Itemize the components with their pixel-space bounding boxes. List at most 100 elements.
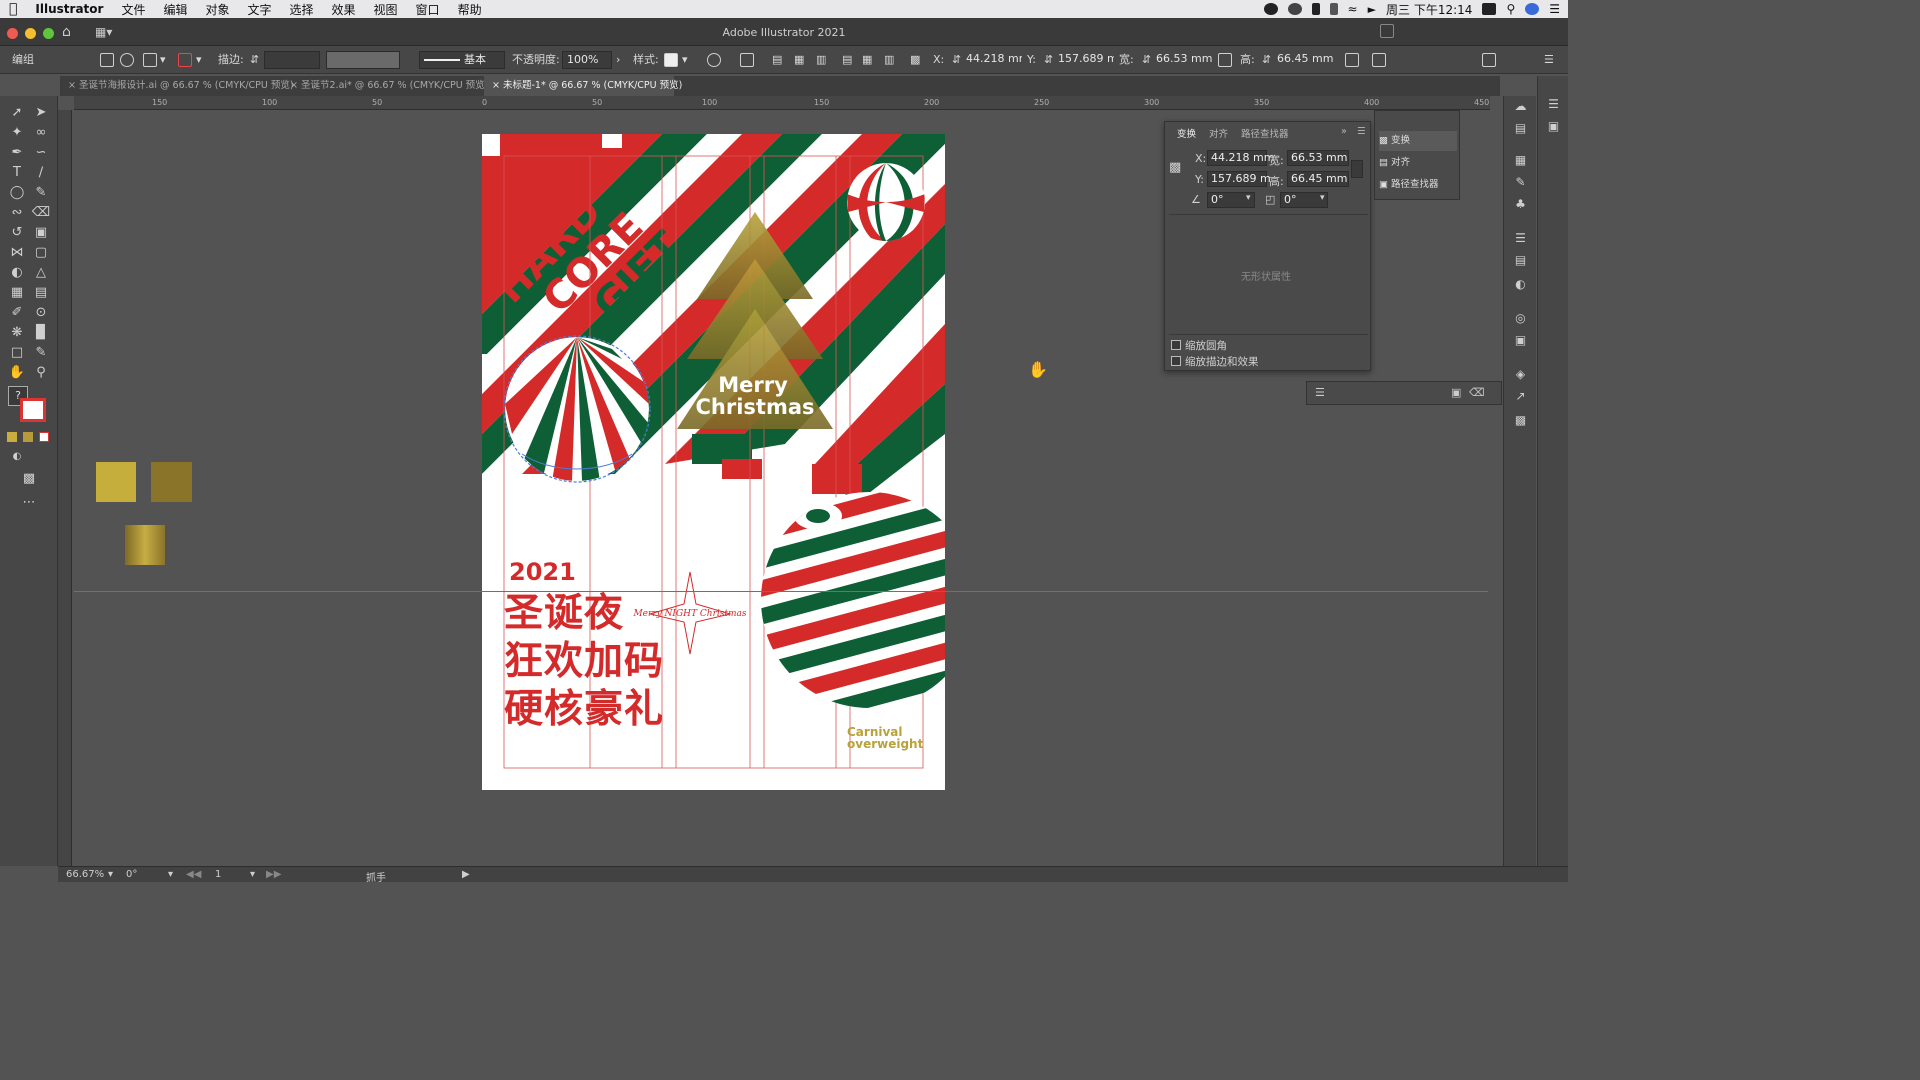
artboard[interactable]: HARD CORE GIFT Merry Christmas Merry NIG… (482, 134, 945, 790)
y-input[interactable]: 157.689 m (1207, 171, 1271, 187)
layers-icon[interactable]: ◈ (1513, 368, 1528, 381)
x-stepper-icon[interactable]: ⇵ (952, 52, 961, 68)
zoom-level[interactable]: 66.67% (66, 869, 104, 880)
artboard-tool-icon[interactable]: □ (7, 344, 27, 362)
stroke-dropdown-icon[interactable]: ▾ (196, 52, 202, 68)
align-hcenter-icon[interactable]: ▦ (794, 52, 804, 68)
layers-icon[interactable]: ☰ (1315, 386, 1325, 399)
fill-dropdown-icon[interactable]: ▾ (160, 52, 166, 68)
graphic-style-swatch[interactable] (664, 53, 678, 67)
properties-icon[interactable]: ▤ (1513, 122, 1528, 135)
column-graph-tool-icon[interactable]: ▉ (31, 324, 51, 342)
panel-item-pathfinder[interactable]: ▣ 路径查找器 (1379, 175, 1457, 195)
swatch-gold-dark[interactable] (151, 462, 192, 502)
menu-view[interactable]: 视图 (365, 1, 407, 18)
appearance-icon[interactable]: ◎ (1513, 312, 1528, 325)
artboard-number[interactable]: 1 (215, 869, 221, 880)
menu-object[interactable]: 对象 (196, 1, 238, 18)
menu-effect[interactable]: 效果 (323, 1, 365, 18)
stroke-weight-input[interactable] (264, 51, 320, 69)
scale-strokes-checkbox[interactable] (1171, 356, 1181, 366)
curvature-tool-icon[interactable]: ∽ (31, 144, 51, 162)
color-mode-icon[interactable] (7, 432, 17, 442)
menu-help[interactable]: 帮助 (449, 1, 491, 18)
zoom-dropdown-icon[interactable]: ▾ (108, 869, 113, 880)
tab-document-2[interactable]: × 圣诞节2.ai* @ 66.67 % (CMYK/CPU 预览) (282, 76, 488, 96)
artboards-icon[interactable]: ▩ (1513, 414, 1528, 427)
cc-icon[interactable] (1287, 3, 1302, 15)
perspective-grid-tool-icon[interactable]: △ (31, 264, 51, 282)
shear-dropdown-icon[interactable]: ▾ (1320, 193, 1325, 203)
align-left-icon[interactable]: ▤ (772, 52, 782, 68)
new-layer-icon[interactable]: ▣ (1451, 386, 1461, 399)
shape-builder-tool-icon[interactable]: ◐ (7, 264, 27, 282)
graphic-styles-icon[interactable]: ▣ (1513, 334, 1528, 347)
paintbrush-tool-icon[interactable]: ✎ (31, 184, 51, 202)
panel-item-align[interactable]: ▤ 对齐 (1379, 153, 1457, 173)
volume-icon[interactable]: ► (1368, 3, 1376, 16)
constrain-proportions-icon[interactable] (1351, 160, 1363, 178)
direct-selection-tool-icon[interactable]: ➤ (31, 104, 51, 122)
spotlight-icon[interactable]: ⚲ (1506, 2, 1515, 16)
pen-icon[interactable] (1311, 3, 1320, 15)
horizontal-guide[interactable] (74, 591, 1488, 592)
apple-icon[interactable]:  (0, 1, 26, 17)
tab-document-3[interactable]: × 未标题-1* @ 66.67 % (CMYK/CPU 预览) (484, 76, 682, 96)
export-icon[interactable]: ↗ (1513, 390, 1528, 403)
reference-point-icon[interactable]: ▩ (1169, 160, 1181, 175)
style-dropdown-icon[interactable]: ▾ (682, 52, 688, 68)
record-icon[interactable] (1263, 3, 1278, 15)
y-stepper-icon[interactable]: ⇵ (1044, 52, 1053, 68)
brushes-icon[interactable]: ✎ (1513, 176, 1528, 189)
swatches-icon[interactable]: ▦ (1513, 154, 1528, 167)
target-icon[interactable] (120, 53, 134, 67)
gradient-mode-icon[interactable] (23, 432, 33, 442)
rotate-view[interactable]: 0° (126, 869, 137, 880)
menu-type[interactable]: 文字 (238, 1, 280, 18)
tab-close-icon[interactable]: × (492, 80, 500, 91)
recolor-artwork-icon[interactable] (707, 53, 721, 67)
delete-layer-icon[interactable]: ⌫ (1469, 386, 1485, 399)
height-input[interactable]: 66.45 mm (1273, 51, 1335, 69)
y-input[interactable]: 157.689 m (1054, 51, 1114, 69)
isolate-group-icon[interactable] (100, 53, 114, 67)
panel-collapse-icon[interactable]: » (1341, 126, 1347, 137)
x-input[interactable]: 44.218 mm (1207, 150, 1274, 166)
align-to-icon[interactable] (740, 53, 754, 67)
constrain-proportions-icon[interactable] (1218, 53, 1232, 67)
siri-icon[interactable] (1525, 3, 1540, 15)
align-right-icon[interactable]: ▥ (816, 52, 826, 68)
magic-wand-tool-icon[interactable]: ✦ (7, 124, 27, 142)
input-method-icon[interactable] (1482, 3, 1497, 15)
panel-item-transform[interactable]: ▩ 变换 (1379, 131, 1457, 151)
gradient-tool-icon[interactable]: ▤ (31, 284, 51, 302)
hand-tool-icon[interactable]: ✋ (7, 364, 27, 382)
line-tool-icon[interactable]: ∕ (31, 164, 51, 182)
width-input[interactable]: 66.53 mm (1287, 150, 1349, 166)
panel-menu-icon[interactable]: ☰ (1544, 52, 1554, 68)
more-tools-icon[interactable]: ⋯ (19, 494, 39, 512)
tab-close-icon[interactable]: × (290, 80, 298, 91)
rotate-dropdown-icon[interactable]: ▾ (1246, 193, 1251, 203)
brush-definition-dropdown[interactable]: 基本 (419, 51, 505, 69)
swatch-gold-light[interactable] (96, 462, 136, 502)
symbol-sprayer-tool-icon[interactable]: ❋ (7, 324, 27, 342)
lasso-tool-icon[interactable]: ∞ (31, 124, 51, 142)
scale-corners-checkbox[interactable] (1171, 340, 1181, 350)
libraries-icon[interactable]: ☁ (1513, 100, 1528, 113)
zoom-tool-icon[interactable]: ⚲ (31, 364, 51, 382)
width-tool-icon[interactable]: ⋈ (7, 244, 27, 262)
gradient-icon[interactable]: ▤ (1513, 254, 1528, 267)
eraser-tool-icon[interactable]: ⌫ (31, 204, 51, 222)
control-center-icon[interactable]: ☰ (1549, 2, 1560, 16)
align-bottom-icon[interactable]: ▥ (884, 52, 894, 68)
scale-tool-icon[interactable]: ▣ (31, 224, 51, 242)
slice-tool-icon[interactable]: ✎ (31, 344, 51, 362)
height-input[interactable]: 66.45 mm (1287, 171, 1349, 187)
arrange-documents-icon[interactable] (1482, 53, 1496, 67)
tab-document-1[interactable]: × 圣诞节海报设计.ai @ 66.67 % (CMYK/CPU 预览) (60, 76, 294, 96)
properties-panel-icon[interactable]: ☰ (1546, 98, 1561, 111)
blend-tool-icon[interactable]: ⊙ (31, 304, 51, 322)
tab-pathfinder[interactable]: 路径查找器 (1241, 126, 1289, 140)
width-input[interactable]: 66.53 mm (1152, 51, 1214, 69)
